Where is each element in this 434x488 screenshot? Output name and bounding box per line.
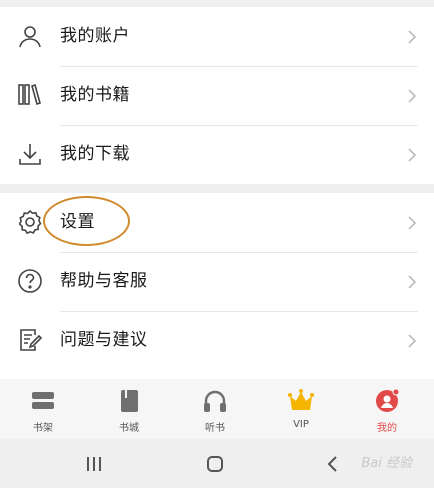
menu-item-settings[interactable]: 设置 <box>0 193 434 252</box>
menu-item-label: 设置 <box>60 212 95 232</box>
tab-label: 我的 <box>377 423 397 434</box>
chevron-right-icon <box>408 30 417 44</box>
menu-item-my-account[interactable]: 我的账户 <box>0 7 434 66</box>
menu-item-label: 我的下载 <box>60 144 130 164</box>
back-icon[interactable] <box>326 455 340 473</box>
menu-item-my-books[interactable]: 我的书籍 <box>0 66 434 125</box>
bottom-tab-bar: 书架 书城 听书 VIP 我的 <box>0 379 434 439</box>
chevron-right-icon <box>408 216 417 230</box>
books-icon <box>18 83 41 106</box>
gear-icon <box>18 209 42 235</box>
tab-label: VIP <box>293 419 309 430</box>
menu-item-help[interactable]: 帮助与客服 <box>0 252 434 311</box>
bookshelf-icon <box>32 392 54 409</box>
tab-label: 书架 <box>33 423 53 434</box>
chevron-right-icon <box>408 334 417 348</box>
tab-label: 书城 <box>119 423 139 434</box>
download-icon <box>19 144 41 165</box>
menu-group-account: 我的账户 我的书籍 我的下载 <box>0 7 434 184</box>
tab-vip[interactable]: VIP <box>258 379 344 439</box>
watermark: Bai 经验 <box>361 456 412 471</box>
recents-icon[interactable] <box>84 455 104 473</box>
tab-audiobooks[interactable]: 听书 <box>172 379 258 439</box>
tab-label: 听书 <box>205 423 225 434</box>
chevron-right-icon <box>408 275 417 289</box>
tab-bookshelf[interactable]: 书架 <box>0 379 86 439</box>
user-icon <box>19 26 41 48</box>
menu-item-label: 帮助与客服 <box>60 271 148 291</box>
home-icon[interactable] <box>205 454 225 474</box>
chevron-right-icon <box>408 148 417 162</box>
feedback-icon <box>20 329 43 351</box>
menu-item-my-downloads[interactable]: 我的下载 <box>0 125 434 184</box>
help-icon <box>18 269 42 293</box>
crown-icon <box>288 389 314 410</box>
menu-item-feedback[interactable]: 问题与建议 <box>0 311 434 370</box>
bookstore-icon <box>121 390 138 412</box>
profile-icon <box>376 388 400 412</box>
menu-item-label: 问题与建议 <box>60 330 148 350</box>
menu-item-label: 我的账户 <box>60 26 130 46</box>
menu-group-settings: 设置 帮助与客服 问题与建议 <box>0 193 434 379</box>
chevron-right-icon <box>408 89 417 103</box>
headphones-icon <box>204 390 226 412</box>
tab-bookstore[interactable]: 书城 <box>86 379 172 439</box>
tab-profile[interactable]: 我的 <box>344 379 430 439</box>
menu-item-label: 我的书籍 <box>60 85 130 105</box>
